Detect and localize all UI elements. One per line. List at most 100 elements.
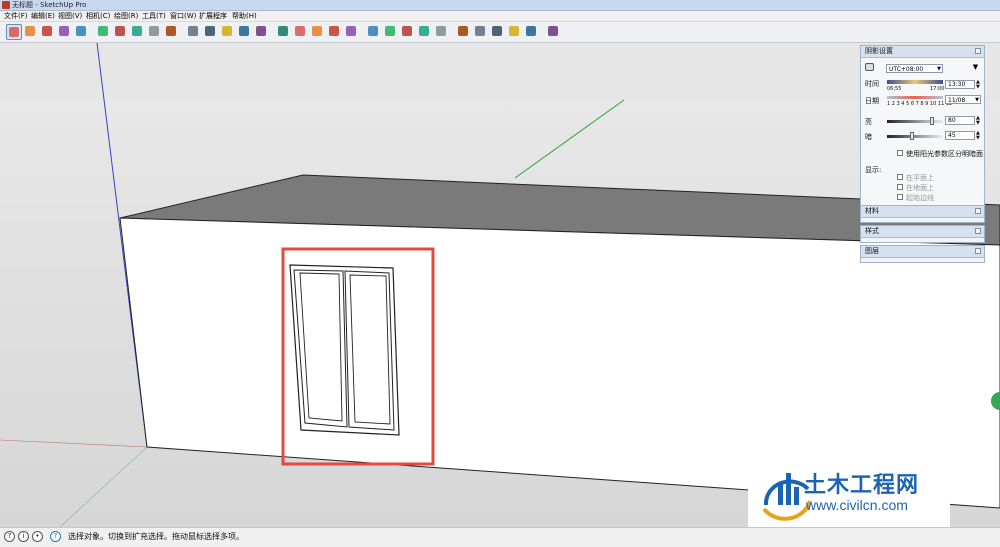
scale-tool-button[interactable] — [147, 24, 161, 38]
styles-tool-button[interactable] — [507, 24, 521, 38]
view-right-button[interactable] — [417, 24, 431, 38]
rotate-tool-icon — [132, 26, 142, 36]
menu-extensions[interactable]: 扩展程序 — [199, 11, 227, 21]
shadow-toggle-icon[interactable] — [865, 63, 874, 71]
from-edges-label: 起始边线 — [906, 194, 934, 202]
on-faces-label: 在平面上 — [906, 174, 934, 182]
view-left-button[interactable] — [456, 24, 470, 38]
on-ground-checkbox[interactable] — [897, 184, 903, 190]
sandbox-tool-button[interactable] — [490, 24, 504, 38]
menu-edit[interactable]: 编辑(E) — [31, 11, 55, 21]
sketchup-app-icon — [2, 1, 10, 9]
push-pull-tool-icon — [98, 26, 108, 36]
menu-tools[interactable]: 工具(T) — [142, 11, 166, 21]
select-tool-button[interactable] — [6, 24, 22, 40]
date-select[interactable]: 11/08 ▼ — [945, 95, 981, 104]
spin-down-icon[interactable]: ▼ — [976, 120, 980, 126]
menu-draw[interactable]: 绘图(R) — [114, 11, 138, 21]
panel-close-icon[interactable] — [975, 248, 981, 254]
materials-panel[interactable]: 材料 — [860, 205, 985, 223]
styles-panel-header[interactable]: 样式 — [861, 226, 984, 238]
chevron-down-icon: ▼ — [975, 97, 979, 103]
watermark-logo: 土木工程网 www.civilcn.com — [748, 441, 950, 537]
shape-tool-button[interactable] — [74, 24, 88, 38]
styles-panel[interactable]: 样式 — [860, 225, 985, 243]
text-tool-button[interactable] — [203, 24, 217, 38]
account-icon[interactable]: • — [32, 531, 43, 542]
extension-tool-button[interactable] — [327, 24, 341, 38]
view-iso-button[interactable] — [366, 24, 380, 38]
dark-input[interactable]: 45 — [945, 131, 975, 140]
spin-down-icon[interactable]: ▼ — [976, 84, 980, 90]
light-slider-knob[interactable] — [929, 117, 934, 125]
time-slider[interactable] — [887, 80, 943, 84]
shadow-panel-header[interactable]: 阴影设置 — [861, 46, 984, 58]
dark-slider[interactable] — [887, 135, 943, 138]
pan-tool-button[interactable] — [254, 24, 268, 38]
window-title: 无标题 - SketchUp Pro — [12, 1, 87, 9]
paint-bucket-tool-button[interactable] — [220, 24, 234, 38]
shadow-panel: 阴影设置 UTC+08:00 ▼ ▼ 时间 06:55 17:00 13:30 … — [860, 45, 985, 218]
from-edges-checkbox[interactable] — [897, 194, 903, 200]
light-input[interactable]: 80 — [945, 116, 975, 125]
status-message: 选择对象。切换到扩充选择。拖动鼠标选择多项。 — [68, 532, 244, 541]
panel-close-icon[interactable] — [975, 228, 981, 234]
move-tool-button[interactable] — [113, 24, 127, 38]
warehouse-tool-button[interactable] — [310, 24, 324, 38]
dark-slider-knob[interactable] — [910, 132, 915, 140]
warehouse-tool-icon — [312, 26, 322, 36]
view-front-button[interactable] — [400, 24, 414, 38]
tape-measure-tool-button[interactable] — [186, 24, 200, 38]
date-label: 日期 — [865, 97, 879, 105]
menu-bar: 文件(F) 编辑(E) 视图(V) 相机(C) 绘图(R) 工具(T) 窗口(W… — [0, 11, 1000, 22]
panel-close-icon[interactable] — [975, 208, 981, 214]
section-plane-tool-button[interactable] — [473, 24, 487, 38]
view-back-button[interactable] — [434, 24, 448, 38]
view-top-button[interactable] — [383, 24, 397, 38]
materials-panel-header[interactable]: 材料 — [861, 206, 984, 218]
time-input[interactable]: 13:30 — [945, 80, 975, 89]
spin-down-icon[interactable]: ▼ — [976, 135, 980, 141]
fog-toggle-button[interactable] — [546, 24, 560, 38]
menu-file[interactable]: 文件(F) — [4, 11, 28, 21]
arc-tool-button[interactable] — [57, 24, 71, 38]
watermark-name: 土木工程网 — [804, 473, 920, 498]
help-icon[interactable]: ? — [50, 531, 61, 542]
timezone-select[interactable]: UTC+08:00 ▼ — [886, 64, 943, 73]
menu-help[interactable]: 帮助(H) — [232, 11, 257, 21]
menu-window[interactable]: 窗口(W) — [170, 11, 196, 21]
zoom-tool-button[interactable] — [276, 24, 290, 38]
eraser-tool-button[interactable] — [23, 24, 37, 38]
orbit-tool-button[interactable] — [237, 24, 251, 38]
time-end-label: 17:00 — [930, 86, 945, 92]
menu-camera[interactable]: 相机(C) — [86, 11, 110, 21]
section-plane-tool-icon — [475, 26, 485, 36]
rotate-tool-button[interactable] — [130, 24, 144, 38]
on-faces-checkbox[interactable] — [897, 174, 903, 180]
shadows-toggle-button[interactable] — [524, 24, 538, 38]
push-pull-tool-button[interactable] — [96, 24, 110, 38]
date-slider[interactable] — [887, 96, 943, 99]
menu-view[interactable]: 视图(V) — [58, 11, 82, 21]
window-component[interactable] — [289, 264, 400, 436]
credits-icon[interactable]: i — [18, 531, 29, 542]
line-tool-button[interactable] — [40, 24, 54, 38]
main-toolbar — [0, 22, 1000, 43]
time-label: 时间 — [865, 80, 879, 88]
view-iso-icon — [368, 26, 378, 36]
zoom-extents-tool-button[interactable] — [293, 24, 307, 38]
layers-panel-header[interactable]: 图层 — [861, 246, 984, 258]
watermark-url: www.civilcn.com — [806, 497, 908, 513]
panel-close-icon[interactable] — [975, 48, 981, 54]
component-tool-button[interactable] — [344, 24, 358, 38]
expand-panel-icon[interactable]: ▼ — [971, 63, 980, 72]
geo-location-icon[interactable]: ? — [4, 531, 15, 542]
display-label: 显示: — [865, 166, 882, 174]
light-slider[interactable] — [887, 120, 943, 123]
component-tool-icon — [346, 26, 356, 36]
view-top-icon — [385, 26, 395, 36]
layers-panel-title: 图层 — [865, 247, 879, 255]
layers-panel[interactable]: 图层 — [860, 245, 985, 263]
offset-tool-button[interactable] — [164, 24, 178, 38]
sun-shading-checkbox[interactable] — [897, 150, 903, 156]
